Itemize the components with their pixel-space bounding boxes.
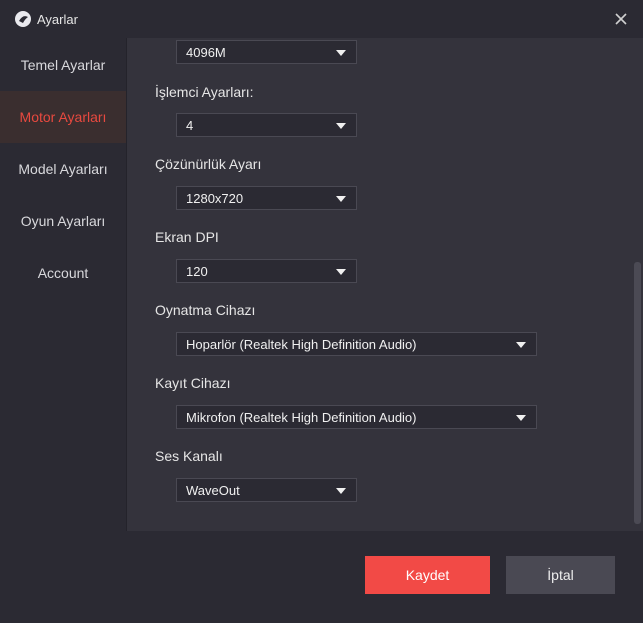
close-icon[interactable] (611, 9, 631, 29)
cpu-label: İşlemci Ayarları: (155, 84, 254, 100)
chevron-down-icon (336, 269, 346, 275)
cancel-button[interactable]: İptal (506, 556, 615, 594)
chevron-down-icon (336, 196, 346, 202)
sound-channel-label: Ses Kanalı (155, 448, 223, 464)
recording-device-label: Kayıt Cihazı (155, 375, 231, 391)
cpu-select-value: 4 (186, 117, 194, 133)
resolution-select[interactable]: 1280x720 (176, 186, 357, 210)
recording-device-select[interactable]: Mikrofon (Realtek High Definition Audio) (176, 405, 537, 429)
playback-device-label: Oynatma Cihazı (155, 302, 256, 318)
scrollbar-thumb[interactable] (634, 262, 641, 524)
dpi-select[interactable]: 120 (176, 259, 357, 283)
sidebar-item-temel-ayarlar[interactable]: Temel Ayarlar (0, 39, 126, 91)
chevron-down-icon (336, 50, 346, 56)
dpi-label: Ekran DPI (155, 229, 219, 245)
window-title: Ayarlar (37, 12, 78, 27)
resolution-select-value: 1280x720 (186, 190, 244, 206)
sidebar-item-label: Account (37, 265, 89, 281)
recording-device-value: Mikrofon (Realtek High Definition Audio) (186, 409, 417, 425)
sidebar-item-label: Oyun Ayarları (20, 213, 106, 229)
chevron-down-icon (336, 123, 346, 129)
title-bar: Ayarlar (0, 0, 643, 38)
sidebar-item-motor-ayarlari[interactable]: Motor Ayarları (0, 91, 126, 143)
playback-device-value: Hoparlör (Realtek High Definition Audio) (186, 336, 417, 352)
settings-panel: 4096M İşlemci Ayarları: 4 Çözünürlük Aya… (127, 38, 643, 531)
save-button[interactable]: Kaydet (365, 556, 490, 594)
sidebar-item-account[interactable]: Account (0, 247, 126, 299)
chevron-down-icon (336, 488, 346, 494)
resolution-label: Çözünürlük Ayarı (155, 156, 262, 172)
sidebar: Temel Ayarlar Motor Ayarları Model Ayarl… (0, 38, 127, 531)
chevron-down-icon (516, 415, 526, 421)
sound-channel-value: WaveOut (186, 482, 240, 498)
sidebar-item-label: Model Ayarları (18, 161, 108, 177)
playback-device-select[interactable]: Hoparlör (Realtek High Definition Audio) (176, 332, 537, 356)
sidebar-item-label: Temel Ayarlar (20, 57, 106, 73)
app-logo-icon (15, 11, 31, 27)
sidebar-item-oyun-ayarlari[interactable]: Oyun Ayarları (0, 195, 126, 247)
sidebar-item-label: Motor Ayarları (19, 109, 107, 125)
memory-select-value: 4096M (186, 44, 226, 60)
cpu-select[interactable]: 4 (176, 113, 357, 137)
sound-channel-select[interactable]: WaveOut (176, 478, 357, 502)
memory-select[interactable]: 4096M (176, 40, 357, 64)
chevron-down-icon (516, 342, 526, 348)
sidebar-item-model-ayarlari[interactable]: Model Ayarları (0, 143, 126, 195)
dpi-select-value: 120 (186, 263, 208, 279)
